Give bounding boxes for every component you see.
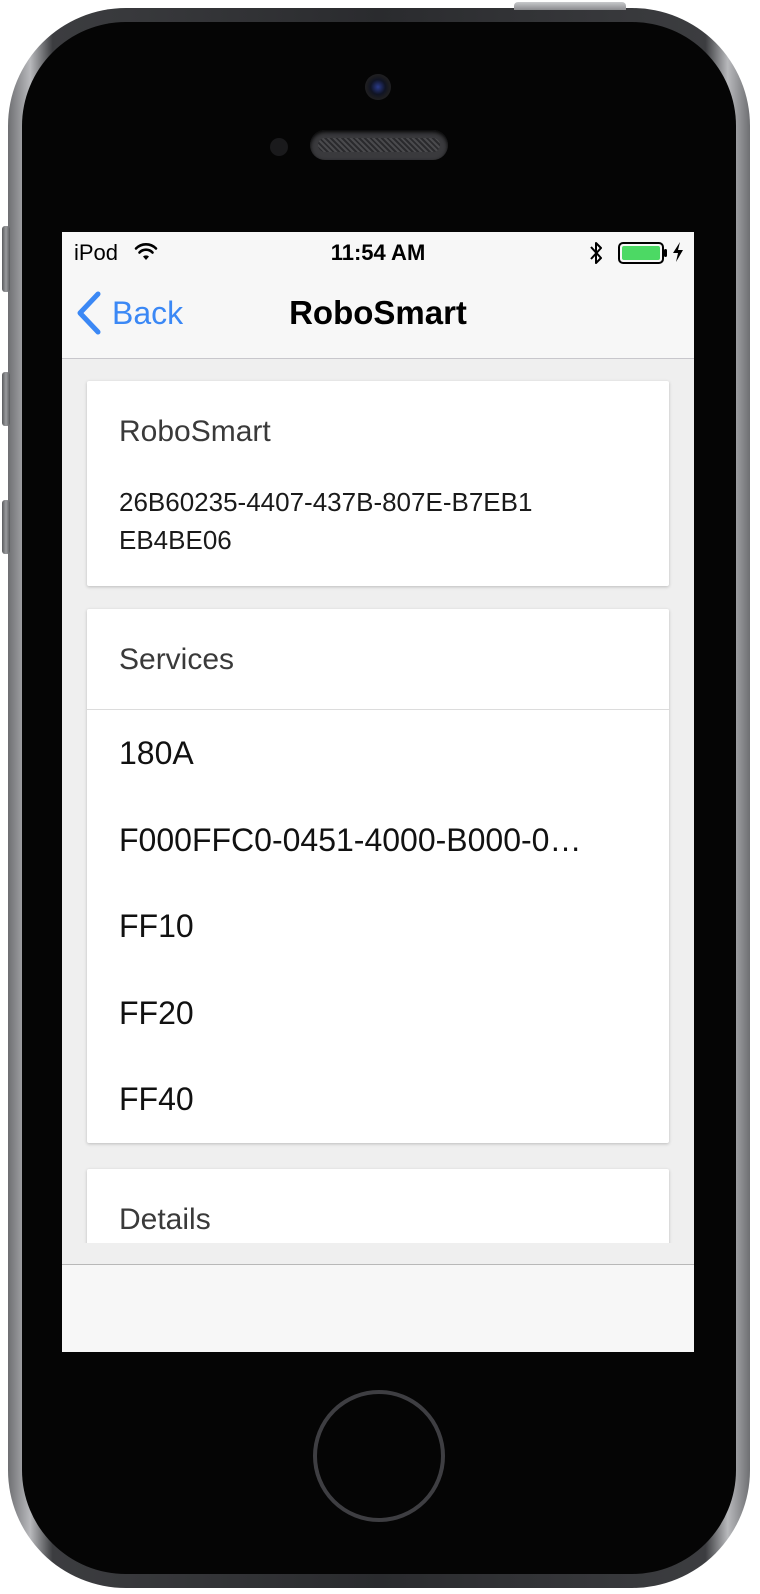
status-bar: iPod 11:54 AM	[62, 232, 694, 272]
power-button	[514, 2, 626, 10]
charging-icon	[673, 242, 683, 262]
services-header: Services	[87, 609, 669, 710]
service-list: 180A F000FFC0-0451-4000-B000-0… FF10 FF2…	[87, 710, 669, 1143]
screen: iPod 11:54 AM Back RoboSmart RoboSmart 2…	[62, 232, 694, 1352]
services-title: Services	[119, 643, 235, 676]
bluetooth-icon	[590, 242, 602, 264]
home-button[interactable]	[313, 1390, 445, 1522]
scroll-content[interactable]: RoboSmart 26B60235-4407-437B-807E-B7EB1E…	[62, 359, 694, 1243]
mute-switch	[2, 226, 10, 292]
page-title: RoboSmart	[289, 294, 467, 331]
device-uuid: 26B60235-4407-437B-807E-B7EB1EB4BE06	[119, 487, 533, 555]
details-title: Details	[119, 1203, 211, 1236]
front-camera	[365, 74, 391, 100]
earpiece-speaker	[310, 130, 448, 160]
service-item[interactable]: FF20	[87, 970, 669, 1057]
details-card: Details	[87, 1169, 669, 1243]
battery-icon	[618, 242, 667, 264]
proximity-sensor	[270, 138, 288, 156]
service-item[interactable]: FF40	[87, 1056, 669, 1143]
navigation-bar: Back RoboSmart	[62, 272, 694, 359]
bottom-toolbar	[62, 1264, 694, 1352]
volume-down-button	[2, 500, 10, 554]
service-item[interactable]: FF10	[87, 883, 669, 970]
device-name: RoboSmart	[119, 415, 271, 448]
volume-up-button	[2, 372, 10, 426]
services-card: Services 180A F000FFC0-0451-4000-B000-0……	[87, 609, 669, 1143]
device-card: RoboSmart 26B60235-4407-437B-807E-B7EB1E…	[87, 381, 669, 586]
service-item[interactable]: 180A	[87, 710, 669, 797]
service-item[interactable]: F000FFC0-0451-4000-B000-0…	[87, 797, 669, 884]
